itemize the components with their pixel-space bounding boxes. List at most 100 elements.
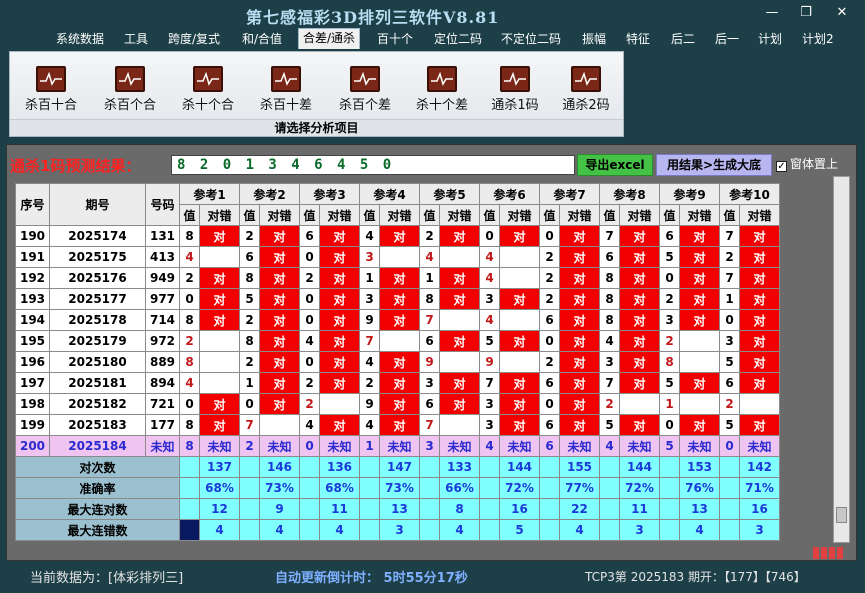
kill-one-code-button[interactable]: 通杀1码 [480, 66, 550, 116]
header-ref-5[interactable]: 参考5 [419, 183, 480, 205]
checkbox-check-icon[interactable]: ✓ [776, 161, 787, 172]
menu-diff-kill[interactable]: 合差/通杀 [298, 28, 361, 49]
table-row[interactable]: 195 2025179 972 2 8 对 4 对 7 6 对 5 对 0 对 4 对 2 3 对 [15, 330, 780, 352]
row-number: 977 [145, 288, 180, 310]
menu-amplitude[interactable]: 振幅 [578, 30, 610, 49]
table-row[interactable]: 192 2025176 949 2 对 8 对 2 对 1 对 1 对 4 2 对 8 对 0 对 7 对 [15, 267, 780, 289]
ref-result-cell: 对 [259, 288, 300, 310]
menu-last-two[interactable]: 后二 [667, 30, 699, 49]
restore-button[interactable]: ❐ [792, 4, 820, 22]
stats-row: 准确率 68% 73% 68% 73% 66% 72% 77% 72% 76% 71% [15, 477, 780, 499]
header-ref-4[interactable]: 参考4 [359, 183, 420, 205]
chart-icon [571, 66, 601, 92]
ref-result-cell: 未知 [559, 435, 600, 457]
subheader-value: 值 [719, 204, 740, 226]
ref-result-cell: 对 [319, 330, 360, 352]
stats-pad [239, 498, 260, 520]
table-row[interactable]: 193 2025177 977 0 对 5 对 0 对 3 对 8 对 3 对 2 对 8 对 2 对 1 对 [15, 288, 780, 310]
ref-result-cell: 对 [619, 414, 660, 436]
stats-value: 16 [499, 498, 540, 520]
menu-span-combo[interactable]: 跨度/复式 [164, 30, 224, 49]
status-latest-issue: TCP3第 2025183 期开：【177】【746】 [585, 570, 806, 584]
row-period: 2025180 [49, 351, 146, 373]
ref-result-cell: 对 [379, 225, 420, 247]
menu-last-one[interactable]: 后一 [711, 30, 743, 49]
menu-plan[interactable]: 计划 [754, 30, 786, 49]
vertical-scrollbar[interactable] [833, 176, 850, 543]
ref-result-cell: 对 [439, 372, 480, 394]
ref-value-cell: 3 [719, 330, 740, 352]
prediction-row[interactable]: 200 2025184 未知 8 未知 2 未知 0 未知 1 未知 3 未知 4 未知 6 未知 4 未知 5 未知 0… [15, 435, 780, 457]
row-seq: 190 [15, 225, 50, 247]
ref-result-cell: 对 [619, 351, 660, 373]
ref-value-cell: 5 [239, 288, 260, 310]
table-row[interactable]: 197 2025181 894 4 1 对 2 对 2 对 3 对 7 对 6 对 7 对 5 对 6 对 [15, 372, 780, 394]
table-row[interactable]: 194 2025178 714 8 对 2 对 0 对 9 对 7 4 6 对 8 对 3 对 0 对 [15, 309, 780, 331]
kill-shi-ge-he-button[interactable]: 杀十个合 [173, 66, 243, 116]
kill-bai-shi-he-button[interactable]: 杀百十合 [16, 66, 86, 116]
header-ref-8[interactable]: 参考8 [599, 183, 660, 205]
ref-result-cell: 对 [739, 288, 780, 310]
ref-result-cell: 对 [199, 414, 240, 436]
row-seq: 194 [15, 309, 50, 331]
kill-two-code-button[interactable]: 通杀2码 [551, 66, 621, 116]
row-period: 2025177 [49, 288, 146, 310]
scrollbar-thumb[interactable] [836, 507, 847, 523]
chart-icon [193, 66, 223, 92]
menu-feature[interactable]: 特征 [622, 30, 654, 49]
kill-bai-ge-he-button[interactable]: 杀百个合 [95, 66, 165, 116]
menu-tools[interactable]: 工具 [120, 30, 152, 49]
stats-pad [239, 519, 260, 541]
ref-result-cell: 对 [739, 225, 780, 247]
stats-value: 4 [559, 519, 600, 541]
table-row[interactable]: 191 2025175 413 4 6 对 0 对 3 4 4 2 对 6 对 5 对 2 对 [15, 246, 780, 268]
menu-fixed-pair[interactable]: 定位二码 [430, 30, 486, 49]
header-number[interactable]: 号码 [145, 183, 180, 226]
stats-value: 71% [739, 477, 780, 499]
header-ref-9[interactable]: 参考9 [659, 183, 720, 205]
header-ref-2[interactable]: 参考2 [239, 183, 300, 205]
header-ref-1[interactable]: 参考1 [179, 183, 240, 205]
header-period[interactable]: 期号 [49, 183, 146, 226]
kill-bai-ge-cha-button[interactable]: 杀百个差 [330, 66, 400, 116]
menu-hundreds-tens-units[interactable]: 百十个 [373, 30, 417, 49]
menu-system-data[interactable]: 系统数据 [52, 30, 108, 49]
ref-value-cell: 2 [659, 330, 680, 352]
stats-pad [299, 477, 320, 499]
stats-value: 68% [319, 477, 360, 499]
row-period: 2025182 [49, 393, 146, 415]
export-excel-button[interactable]: 导出excel [577, 154, 653, 176]
table-row[interactable]: 198 2025182 721 0 对 0 对 2 9 对 6 对 3 对 0 对 2 1 2 [15, 393, 780, 415]
header-ref-6[interactable]: 参考6 [479, 183, 540, 205]
minimize-button[interactable]: — [758, 4, 786, 22]
ref-value-cell: 0 [479, 225, 500, 247]
row-number: 714 [145, 309, 180, 331]
ref-result-cell: 对 [259, 267, 300, 289]
kill-shi-ge-cha-button[interactable]: 杀十个差 [407, 66, 477, 116]
generate-base-button[interactable]: 用结果>生成大底 [656, 154, 772, 176]
row-period: 2025174 [49, 225, 146, 247]
table-row[interactable]: 199 2025183 177 8 对 7 4 对 4 对 7 3 对 6 对 5 对 0 对 5 对 [15, 414, 780, 436]
ref-result-cell: 对 [199, 225, 240, 247]
header-ref-10[interactable]: 参考10 [719, 183, 780, 205]
close-button[interactable]: ✕ [828, 4, 856, 22]
ref-value-cell: 0 [659, 414, 680, 436]
prediction-result-field[interactable]: 8 2 0 1 3 4 6 4 5 0 [171, 155, 575, 175]
window-ontop-checkbox[interactable]: ✓ 窗体置上 [776, 155, 838, 172]
header-ref-3[interactable]: 参考3 [299, 183, 360, 205]
menu-unfixed-pair[interactable]: 不定位二码 [497, 30, 565, 49]
ref-result-cell: 对 [319, 267, 360, 289]
header-seq[interactable]: 序号 [15, 183, 50, 226]
table-row[interactable]: 190 2025174 131 8 对 2 对 6 对 4 对 2 对 0 对 0 对 7 对 6 对 7 对 [15, 225, 780, 247]
stats-value: 146 [259, 456, 300, 478]
table-row[interactable]: 196 2025180 889 8 2 对 0 对 4 对 9 9 2 对 3 对 8 5 对 [15, 351, 780, 373]
ref-value-cell: 5 [479, 330, 500, 352]
menu-sum[interactable]: 和/合值 [238, 30, 286, 49]
kill-bai-shi-cha-button[interactable]: 杀百十差 [251, 66, 321, 116]
ref-result-cell: 对 [559, 267, 600, 289]
header-ref-7[interactable]: 参考7 [539, 183, 600, 205]
menu-plan2[interactable]: 计划2 [798, 30, 838, 49]
stats-pad [299, 498, 320, 520]
ref-value-cell: 4 [479, 267, 500, 289]
ref-value-cell: 4 [299, 330, 320, 352]
